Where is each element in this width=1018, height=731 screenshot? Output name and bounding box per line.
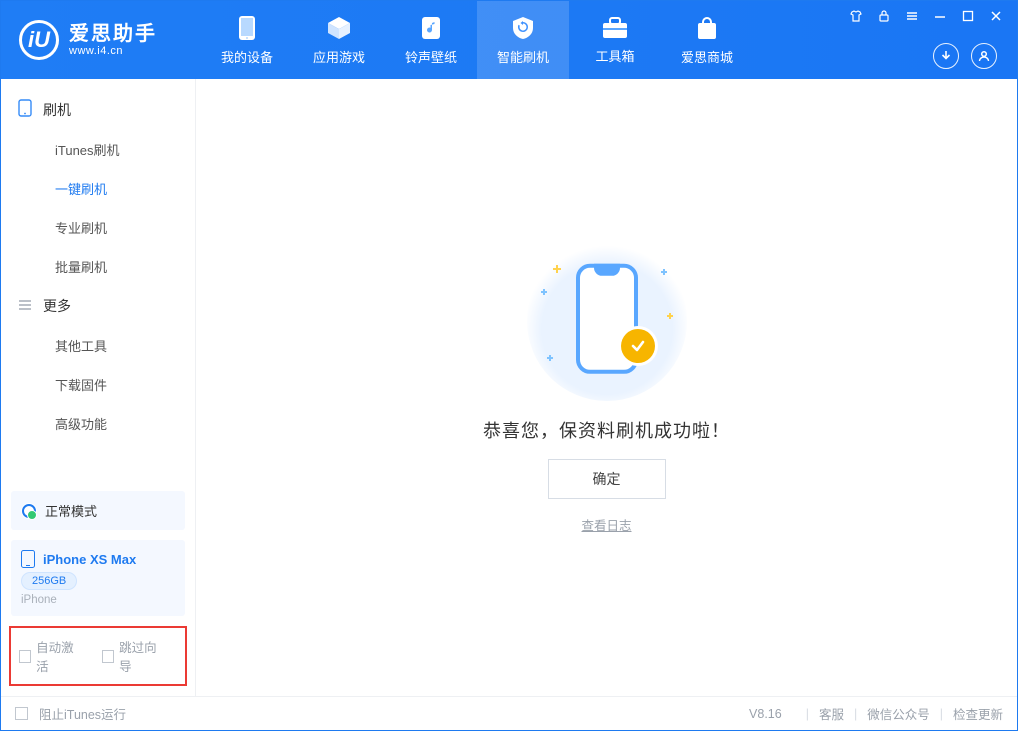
block-itunes-label[interactable]: 阻止iTunes运行 (39, 704, 126, 723)
nav-label: 铃声壁纸 (405, 47, 457, 66)
nav-label: 工具箱 (595, 46, 634, 65)
lock-icon[interactable] (875, 7, 893, 25)
phone-outline-icon (21, 550, 35, 568)
sparkle-icon (541, 289, 546, 294)
titlebar-right (847, 1, 1017, 79)
sidebar-item-pro[interactable]: 专业刷机 (1, 208, 195, 247)
body: 刷机 iTunes刷机 一键刷机 专业刷机 批量刷机 更多 其他工具 下载固件 … (1, 79, 1017, 696)
app-window: iU 爱思助手 www.i4.cn 我的设备 应用游戏 (0, 0, 1018, 731)
checkbox-auto-activate[interactable]: 自动激活 (19, 637, 82, 675)
sidebar-section-flash: 刷机 (1, 89, 195, 130)
nav-flash[interactable]: 智能刷机 (477, 1, 569, 79)
status-dot-icon (21, 503, 37, 519)
nav-store[interactable]: 爱思商城 (661, 1, 753, 79)
flash-options: 自动激活 跳过向导 (9, 626, 187, 686)
device-storage-badge: 256GB (21, 572, 77, 590)
toolbox-icon (601, 16, 629, 40)
sidebar-item-batch[interactable]: 批量刷机 (1, 247, 195, 286)
nav-label: 应用游戏 (313, 47, 365, 66)
maximize-button[interactable] (959, 7, 977, 25)
top-nav: 我的设备 应用游戏 铃声壁纸 智能刷机 (201, 1, 753, 79)
device-mode-label: 正常模式 (45, 501, 97, 520)
ok-button[interactable]: 确定 (548, 459, 666, 499)
sidebar-section-more: 更多 (1, 286, 195, 326)
download-button[interactable] (933, 43, 959, 69)
sparkle-icon (661, 269, 667, 275)
device-icon (17, 99, 33, 120)
sparkle-icon (547, 355, 553, 361)
nav-ring[interactable]: 铃声壁纸 (385, 1, 477, 79)
device-mode[interactable]: 正常模式 (11, 491, 185, 530)
bag-icon (695, 15, 719, 41)
sidebar-section-label: 更多 (43, 296, 71, 316)
sidebar-item-firmware[interactable]: 下载固件 (1, 365, 195, 404)
device-type: iPhone (21, 594, 57, 606)
sidebar-section-label: 刷机 (43, 100, 71, 120)
wechat-link[interactable]: 微信公众号 (867, 704, 930, 723)
main-content: 恭喜您，保资料刷机成功啦！ 确定 查看日志 (196, 79, 1017, 696)
window-controls (847, 1, 1017, 25)
music-file-icon (420, 15, 442, 41)
nav-label: 爱思商城 (681, 47, 733, 66)
checkbox-icon (19, 650, 31, 663)
success-message: 恭喜您，保资料刷机成功啦！ (483, 417, 730, 443)
checkbox-icon (102, 650, 114, 663)
logo-en: www.i4.cn (69, 45, 157, 57)
sidebar-item-other[interactable]: 其他工具 (1, 326, 195, 365)
device-card[interactable]: iPhone XS Max 256GB iPhone (11, 540, 185, 616)
phone-icon (237, 15, 257, 41)
title-actions (933, 25, 1017, 69)
sparkle-icon (553, 265, 561, 273)
sidebar-item-onekey[interactable]: 一键刷机 (1, 169, 195, 208)
nav-apps[interactable]: 应用游戏 (293, 1, 385, 79)
sparkle-icon (667, 313, 673, 319)
logo: iU 爱思助手 www.i4.cn (1, 1, 201, 79)
check-update-link[interactable]: 检查更新 (953, 704, 1003, 723)
nav-device[interactable]: 我的设备 (201, 1, 293, 79)
logo-cn: 爱思助手 (69, 23, 157, 45)
checkbox-skip-guide[interactable]: 跳过向导 (102, 637, 165, 675)
version-label: V8.16 (749, 707, 782, 721)
view-log-link[interactable]: 查看日志 (581, 515, 631, 534)
nav-label: 智能刷机 (497, 47, 549, 66)
titlebar: iU 爱思助手 www.i4.cn 我的设备 应用游戏 (1, 1, 1017, 79)
check-badge-icon (621, 329, 655, 363)
list-icon (17, 298, 33, 315)
nav-tools[interactable]: 工具箱 (569, 1, 661, 79)
shirt-icon[interactable] (847, 7, 865, 25)
menu-icon[interactable] (903, 7, 921, 25)
sidebar-item-itunes[interactable]: iTunes刷机 (1, 130, 195, 169)
support-link[interactable]: 客服 (819, 704, 844, 723)
shield-refresh-icon (510, 15, 536, 41)
sidebar: 刷机 iTunes刷机 一键刷机 专业刷机 批量刷机 更多 其他工具 下载固件 … (1, 79, 196, 696)
close-button[interactable] (987, 7, 1005, 25)
logo-mark: iU (19, 20, 59, 60)
device-name: iPhone XS Max (43, 552, 136, 567)
minimize-button[interactable] (931, 7, 949, 25)
statusbar: 阻止iTunes运行 V8.16 | 客服 | 微信公众号 | 检查更新 (1, 696, 1017, 730)
sidebar-item-advanced[interactable]: 高级功能 (1, 404, 195, 443)
success-illustration (527, 241, 687, 401)
nav-label: 我的设备 (221, 47, 273, 66)
checkbox-icon[interactable] (15, 707, 28, 720)
user-button[interactable] (971, 43, 997, 69)
cube-icon (326, 15, 352, 41)
